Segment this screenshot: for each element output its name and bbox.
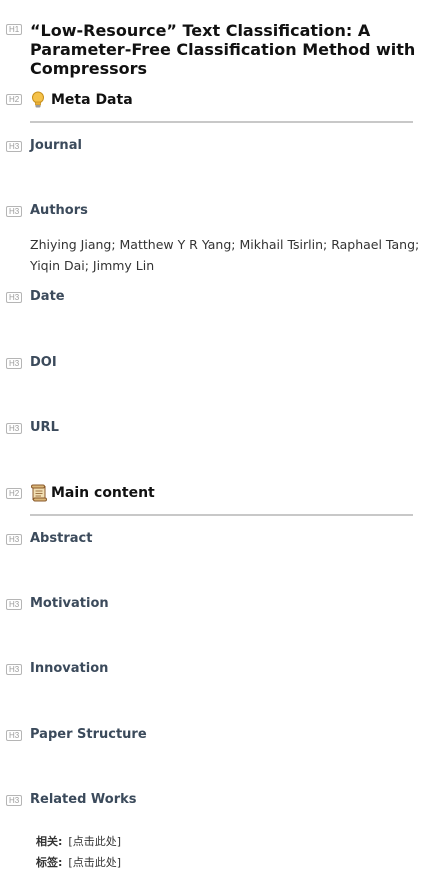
field-heading-innovation: Innovation [30, 661, 109, 676]
heading-level-tag: H3 [6, 358, 23, 369]
heading-level-tag: H3 [6, 423, 23, 434]
field-heading-related-works: Related Works [30, 792, 137, 807]
heading-level-tag: H3 [6, 534, 23, 545]
heading-level-tag: H3 [6, 141, 23, 152]
scroll-icon [30, 484, 47, 502]
heading-level-tag: H3 [6, 599, 23, 610]
note-page: H1 “Low-Resource” Text Classification: A… [0, 0, 443, 873]
field-heading-paper-structure: Paper Structure [30, 727, 147, 742]
field-heading-authors: Authors [30, 203, 88, 218]
heading-level-tag: H2 [6, 94, 23, 105]
section-heading-label: Main content [51, 485, 155, 501]
tags-label: 标签: [36, 856, 63, 869]
section-heading-label: Meta Data [51, 92, 133, 108]
related-label: 相关: [36, 835, 63, 848]
heading-level-tag: H3 [6, 664, 23, 675]
authors-value: Zhiying Jiang; Matthew Y R Yang; Mikhail… [30, 237, 420, 273]
field-heading-url: URL [30, 420, 59, 435]
tags-row: 标签: [点击此处] [36, 856, 121, 870]
section-heading-meta-data: Meta Data [30, 91, 133, 109]
related-link[interactable]: [点击此处] [68, 835, 121, 848]
heading-level-tag: H2 [6, 488, 23, 499]
heading-level-tag: H3 [6, 795, 23, 806]
tags-link[interactable]: [点击此处] [68, 856, 121, 869]
heading-level-tag: H3 [6, 292, 23, 303]
field-heading-abstract: Abstract [30, 531, 93, 546]
page-title: “Low-Resource” Text Classification: A Pa… [30, 21, 416, 78]
field-heading-date: Date [30, 289, 65, 304]
section-heading-main-content: Main content [30, 484, 155, 502]
heading-level-tag: H1 [6, 24, 23, 35]
field-heading-doi: DOI [30, 355, 57, 370]
lightbulb-icon [30, 91, 46, 109]
related-row: 相关: [点击此处] [36, 835, 121, 849]
field-heading-motivation: Motivation [30, 596, 109, 611]
section-divider [30, 514, 413, 516]
heading-level-tag: H3 [6, 206, 23, 217]
section-divider [30, 121, 413, 123]
heading-level-tag: H3 [6, 730, 23, 741]
field-heading-journal: Journal [30, 138, 82, 153]
